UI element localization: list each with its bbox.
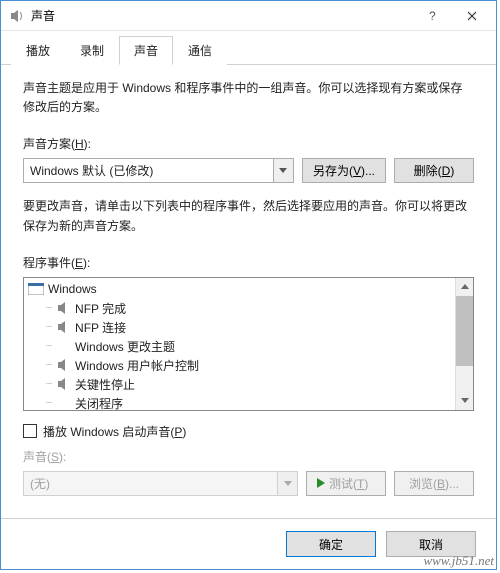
program-events-tree[interactable]: Windows┈NFP 完成┈NFP 连接┈Windows 更改主题┈Windo… (23, 277, 474, 411)
tree-item[interactable]: ┈NFP 完成 (24, 299, 473, 318)
scheme-combobox[interactable]: Windows 默认 (已修改) (23, 158, 294, 183)
tab-strip: 播放 录制 声音 通信 (1, 31, 496, 65)
sound-dialog: 声音 ? 播放 录制 声音 通信 声音主题是应用于 Windows 和程序事件中… (0, 0, 497, 570)
speaker-icon (57, 302, 71, 314)
speaker-icon (57, 397, 71, 409)
delete-button[interactable]: 删除(D) (394, 158, 474, 183)
tab-sounds[interactable]: 声音 (119, 36, 173, 65)
scroll-down-icon[interactable] (456, 392, 473, 410)
scheme-value: Windows 默认 (已修改) (30, 162, 153, 179)
tab-playback[interactable]: 播放 (11, 36, 65, 65)
tree-item[interactable]: ┈关键性停止 (24, 375, 473, 394)
speaker-icon (57, 321, 71, 333)
browse-button: 浏览(B)... (394, 471, 474, 496)
events-label: 程序事件(E): (23, 254, 474, 271)
tab-content: 声音主题是应用于 Windows 和程序事件中的一组声音。你可以选择现有方案或保… (1, 65, 496, 518)
sound-value: (无) (30, 475, 50, 492)
tree-item[interactable]: ┈Windows 更改主题 (24, 337, 473, 356)
play-startup-checkbox[interactable] (23, 424, 37, 438)
close-button[interactable] (452, 2, 492, 30)
chevron-down-icon (277, 472, 297, 495)
play-startup-label: 播放 Windows 启动声音(P) (43, 423, 186, 440)
scrollbar[interactable] (455, 278, 473, 410)
save-as-button[interactable]: 另存为(V)... (302, 158, 386, 183)
chevron-down-icon (273, 159, 293, 182)
sound-combobox: (无) (23, 471, 298, 496)
speaker-icon (57, 359, 71, 371)
scroll-thumb[interactable] (456, 296, 473, 366)
watermark: www.jb51.net (423, 553, 494, 569)
tree-item[interactable]: ┈Windows 用户帐户控制 (24, 356, 473, 375)
tree-root[interactable]: Windows (24, 280, 473, 299)
description-text: 声音主题是应用于 Windows 和程序事件中的一组声音。你可以选择现有方案或保… (23, 79, 474, 117)
ok-button[interactable]: 确定 (286, 531, 376, 557)
svg-text:?: ? (429, 11, 436, 21)
play-icon (317, 478, 325, 488)
dialog-footer: 确定 取消 (1, 518, 496, 569)
hint-text: 要更改声音，请单击以下列表中的程序事件，然后选择要应用的声音。你可以将更改保存为… (23, 197, 474, 235)
sound-icon (9, 8, 25, 24)
titlebar: 声音 ? (1, 1, 496, 31)
help-button[interactable]: ? (412, 2, 452, 30)
tab-record[interactable]: 录制 (65, 36, 119, 65)
test-button: 测试(T) (306, 471, 386, 496)
speaker-icon (57, 378, 71, 390)
scheme-label: 声音方案(H): (23, 135, 474, 152)
tab-communication[interactable]: 通信 (173, 36, 227, 65)
sound-label: 声音(S): (23, 448, 474, 465)
tree-item[interactable]: ┈NFP 连接 (24, 318, 473, 337)
scroll-up-icon[interactable] (456, 278, 473, 296)
tree-item[interactable]: ┈关闭程序 (24, 394, 473, 411)
speaker-icon (57, 340, 71, 352)
window-title: 声音 (31, 7, 412, 24)
